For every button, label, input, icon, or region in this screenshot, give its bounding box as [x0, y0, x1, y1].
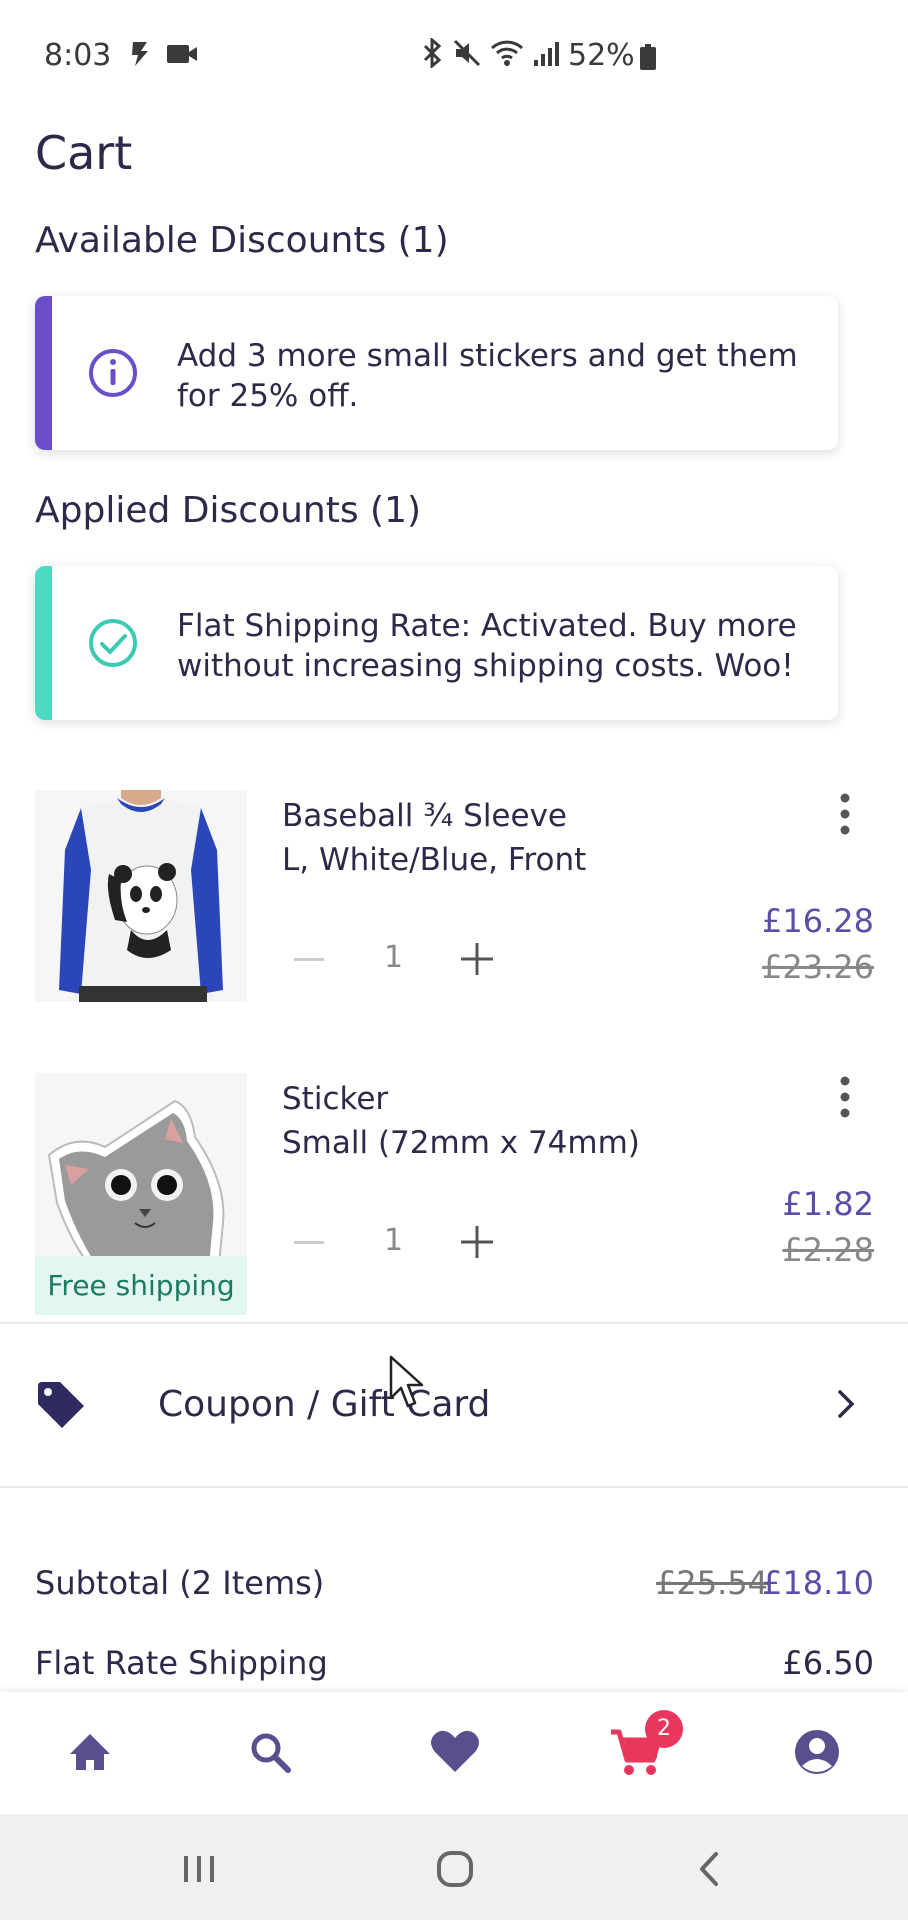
- signal-icon: [534, 42, 559, 66]
- coupon-gift-card-row[interactable]: Coupon / Gift Card: [0, 1324, 908, 1486]
- product-name[interactable]: Sticker: [282, 1081, 388, 1117]
- battery-icon: [640, 44, 656, 70]
- bottom-navigation: 2: [0, 1692, 908, 1814]
- discounted-price: £16.28: [762, 902, 874, 940]
- video-icon: [167, 45, 197, 63]
- product-image[interactable]: [35, 1073, 247, 1285]
- status-notification-icons: [128, 40, 198, 68]
- tag-icon: [38, 1382, 84, 1428]
- mute-icon: [453, 39, 481, 67]
- product-variant: L, White/Blue, Front: [282, 842, 587, 878]
- cart-count-badge: 2: [645, 1710, 683, 1748]
- cart-item: Baseball ¾ Sleeve L, White/Blue, Front 1…: [0, 790, 908, 1050]
- divider: [0, 1486, 908, 1488]
- subtotal-label: Subtotal (2 Items): [35, 1564, 325, 1602]
- search-icon[interactable]: [240, 1722, 300, 1782]
- heart-icon[interactable]: [425, 1722, 485, 1782]
- subtotal-value: £18.10: [762, 1564, 874, 1602]
- system-home-icon[interactable]: [430, 1844, 480, 1894]
- battery-percent: 52%: [568, 38, 635, 73]
- shipping-value: £6.50: [782, 1644, 874, 1682]
- decrease-quantity-button[interactable]: [292, 1225, 326, 1259]
- discounted-price: £1.82: [782, 1185, 874, 1223]
- product-name[interactable]: Baseball ¾ Sleeve: [282, 798, 567, 834]
- page-title: Cart: [35, 126, 133, 180]
- sticker-image: [35, 1073, 247, 1285]
- more-options-icon[interactable]: [830, 790, 860, 838]
- wifi-icon: [490, 40, 524, 66]
- more-options-icon[interactable]: [830, 1073, 860, 1121]
- coupon-label: Coupon / Gift Card: [158, 1384, 491, 1425]
- shirt-image: [35, 790, 247, 1002]
- original-price: £2.28: [782, 1231, 874, 1269]
- mouse-cursor-icon: [389, 1355, 424, 1408]
- quantity-value: 1: [384, 1223, 404, 1258]
- status-time: 8:03: [44, 38, 112, 73]
- bolt-icon: [132, 42, 148, 66]
- cart-item: Free shipping Sticker Small (72mm x 74mm…: [0, 1073, 908, 1333]
- applied-discounts-heading: Applied Discounts (1): [35, 490, 422, 531]
- info-icon: [89, 349, 137, 397]
- shipping-label: Flat Rate Shipping: [35, 1644, 328, 1682]
- status-bar: 8:03 52%: [0, 0, 908, 110]
- available-discount-notice: Add 3 more small stickers and get them f…: [35, 296, 838, 450]
- recent-apps-icon[interactable]: [174, 1844, 224, 1894]
- free-shipping-badge: Free shipping: [35, 1256, 247, 1315]
- system-navigation-bar: [0, 1814, 908, 1920]
- applied-discount-text: Flat Shipping Rate: Activated. Buy more …: [177, 608, 797, 684]
- product-variant: Small (72mm x 74mm): [282, 1125, 640, 1161]
- decrease-quantity-button[interactable]: [292, 942, 326, 976]
- original-price: £23.26: [762, 948, 874, 986]
- subtotal-original: £25.54: [656, 1564, 768, 1602]
- notice-accent-bar: [35, 566, 52, 720]
- applied-discount-notice: Flat Shipping Rate: Activated. Buy more …: [35, 566, 838, 720]
- notice-accent-bar: [35, 296, 52, 450]
- quantity-value: 1: [384, 940, 404, 975]
- home-icon[interactable]: [60, 1722, 120, 1782]
- available-discount-text: Add 3 more small stickers and get them f…: [177, 338, 798, 414]
- back-icon[interactable]: [686, 1844, 736, 1894]
- increase-quantity-button[interactable]: [458, 940, 496, 978]
- check-circle-icon: [89, 619, 137, 667]
- available-discounts-heading: Available Discounts (1): [35, 220, 449, 261]
- chevron-right-icon: [838, 1390, 855, 1418]
- bluetooth-icon: [423, 38, 442, 68]
- status-system-icons: [420, 38, 562, 68]
- account-icon[interactable]: [787, 1722, 847, 1782]
- product-image[interactable]: [35, 790, 247, 1002]
- increase-quantity-button[interactable]: [458, 1223, 496, 1261]
